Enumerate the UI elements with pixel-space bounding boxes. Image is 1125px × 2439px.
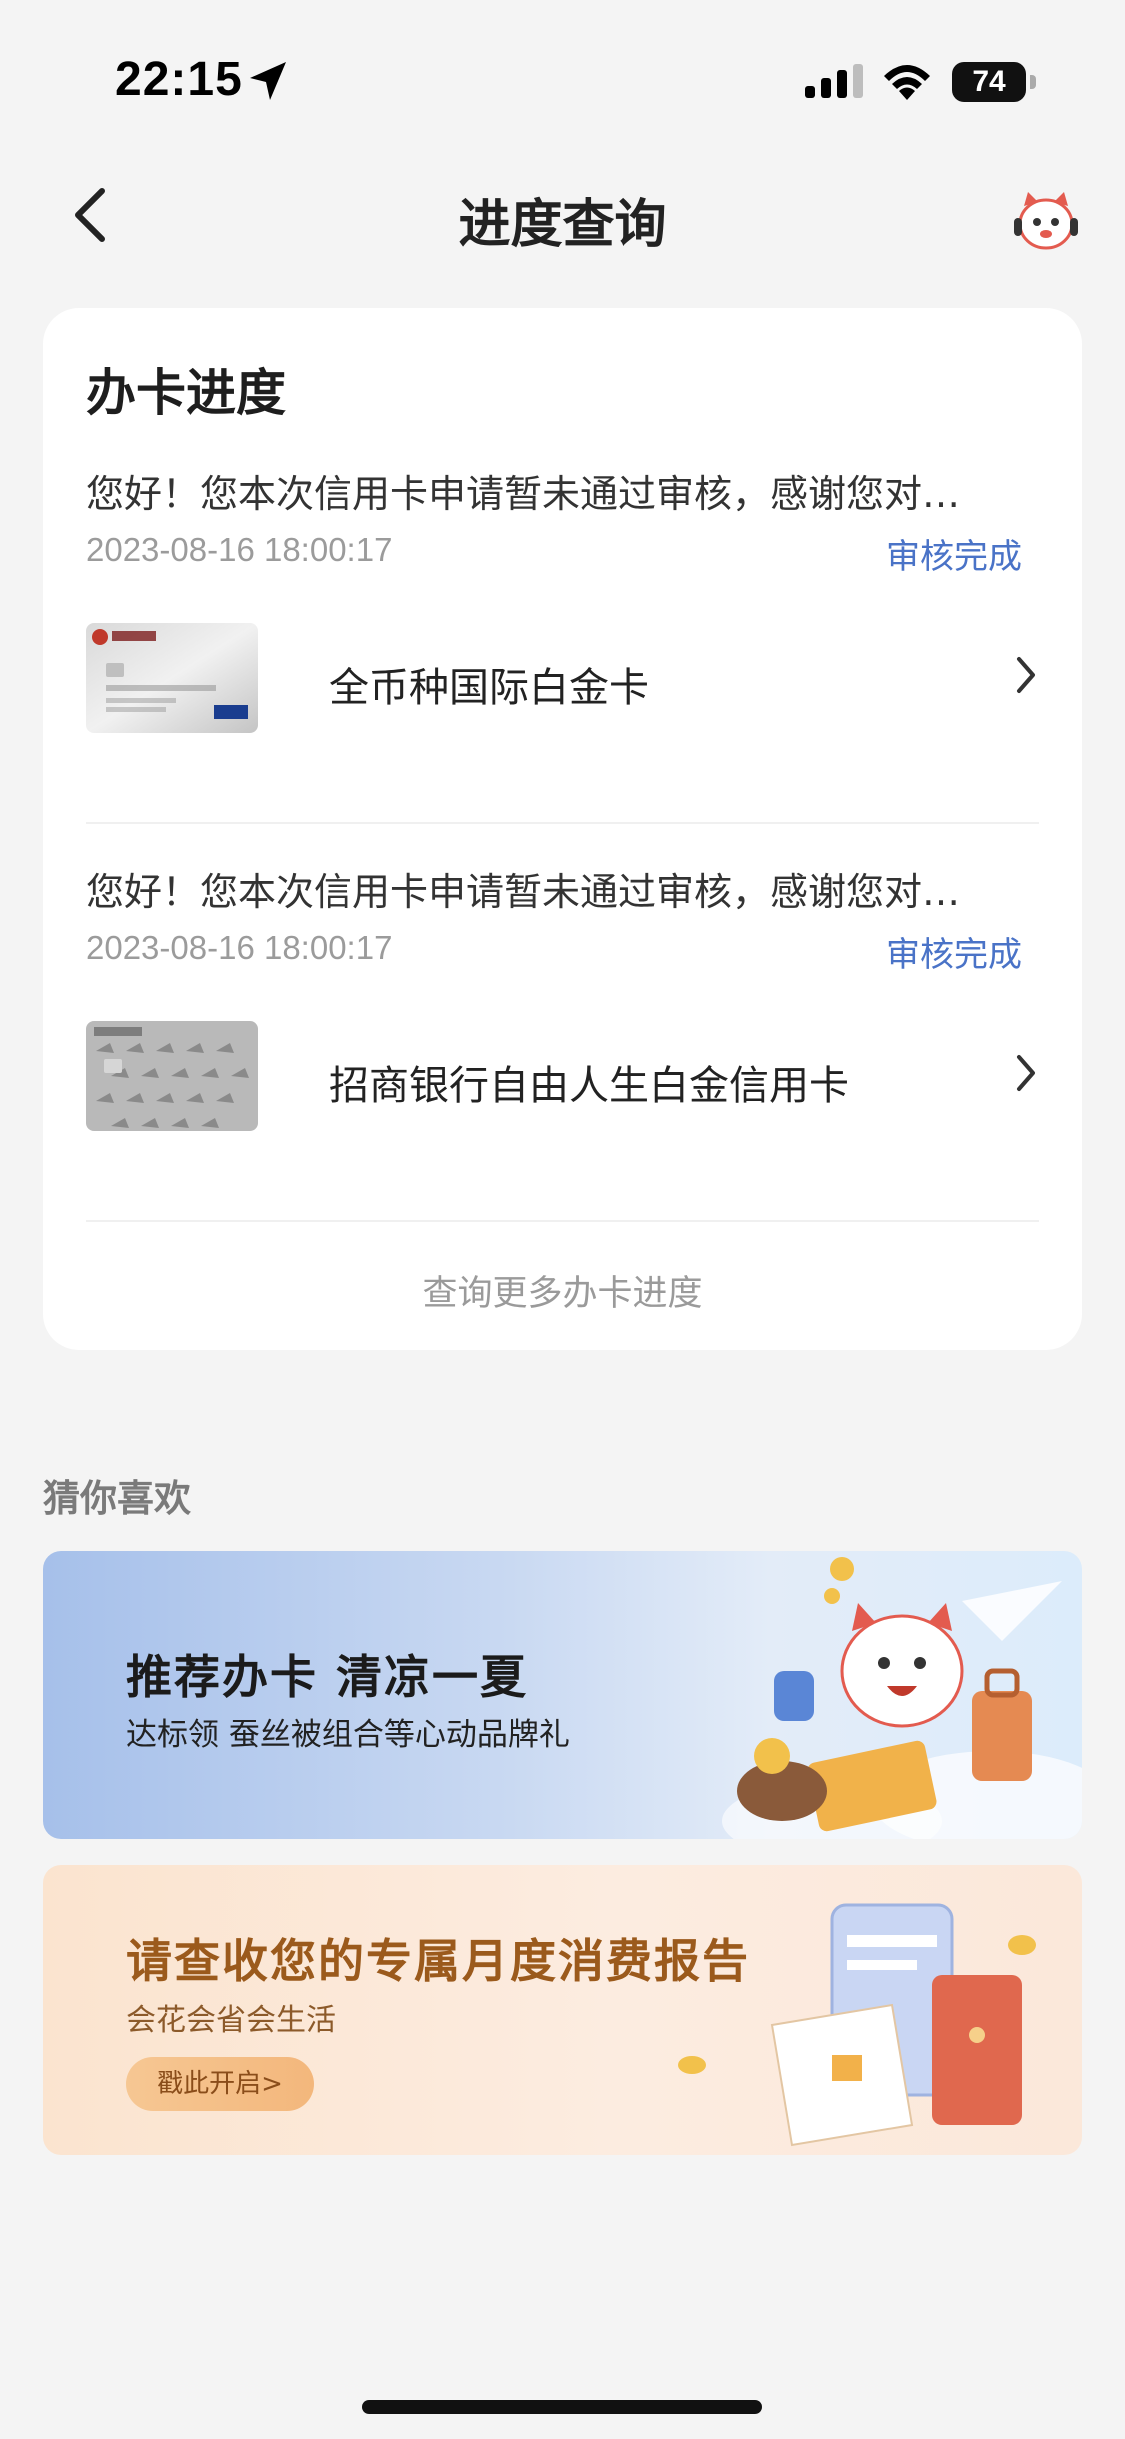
record-time: 2023-08-16 18:00:17 <box>86 531 393 568</box>
more-progress-link[interactable]: 查询更多办卡进度 <box>43 1265 1082 1316</box>
card-item-row[interactable]: 全币种国际白金卡 <box>86 623 1039 733</box>
signal-icon <box>805 64 863 98</box>
status-time: 22:15 <box>115 53 243 106</box>
record-message: 您好！您本次信用卡申请暂未通过审核，感谢您对… <box>86 472 961 516</box>
promo-banner-card-offer[interactable]: 推荐办卡 清凉一夏 达标领 蚕丝被组合等心动品牌礼 <box>43 1551 1082 1839</box>
record-status: 审核完成 <box>886 935 1022 975</box>
promo-banner-monthly-report[interactable]: 请查收您的专属月度消费报告 会花会省会生活 戳此开启> <box>43 1865 1082 2155</box>
progress-card-title: 办卡进度 <box>86 364 286 422</box>
application-record: 您好！您本次信用卡申请暂未通过审核，感谢您对… 2023-08-16 18:00… <box>86 463 1039 763</box>
mascot-travel-illustration <box>722 1557 1082 1839</box>
record-status: 审核完成 <box>886 537 1022 577</box>
home-indicator[interactable] <box>362 2400 762 2414</box>
battery-indicator: 74 <box>952 62 1026 102</box>
open-report-button[interactable]: 戳此开启> <box>126 2057 314 2111</box>
record-time: 2023-08-16 18:00:17 <box>86 929 393 966</box>
record-message: 您好！您本次信用卡申请暂未通过审核，感谢您对… <box>86 870 961 914</box>
application-record: 您好！您本次信用卡申请暂未通过审核，感谢您对… 2023-08-16 18:00… <box>86 861 1039 1161</box>
progress-card: 办卡进度 您好！您本次信用卡申请暂未通过审核，感谢您对… 2023-08-16 … <box>43 308 1082 1350</box>
banner-subtitle: 达标领 蚕丝被组合等心动品牌礼 <box>126 1717 570 1753</box>
mascot-service-icon[interactable] <box>1010 188 1082 254</box>
divider <box>86 822 1039 824</box>
battery-level: 74 <box>972 65 1006 98</box>
card-item-row[interactable]: 招商银行自由人生白金信用卡 <box>86 1021 1039 1131</box>
location-arrow-icon <box>250 62 286 100</box>
page-title: 进度查询 <box>458 195 667 255</box>
credit-card-image <box>86 623 258 733</box>
report-illustration <box>678 1903 1036 2147</box>
credit-card-image <box>86 1021 258 1131</box>
wifi-icon <box>884 65 930 100</box>
chevron-right-icon <box>1017 657 1035 693</box>
recommend-section-title: 猜你喜欢 <box>43 1477 191 1520</box>
card-name: 招商银行自由人生白金信用卡 <box>329 1063 849 1109</box>
banner-subtitle: 会花会省会生活 <box>126 2003 336 2038</box>
battery-cap <box>1030 75 1036 89</box>
banner-headline: 请查收您的专属月度消费报告 <box>126 1934 750 1988</box>
status-bar: 22:15 74 <box>0 0 1125 160</box>
card-name: 全币种国际白金卡 <box>329 665 649 711</box>
chevron-right-icon <box>1017 1055 1035 1091</box>
banner-headline: 推荐办卡 清凉一夏 <box>126 1650 529 1704</box>
divider <box>86 1220 1039 1222</box>
